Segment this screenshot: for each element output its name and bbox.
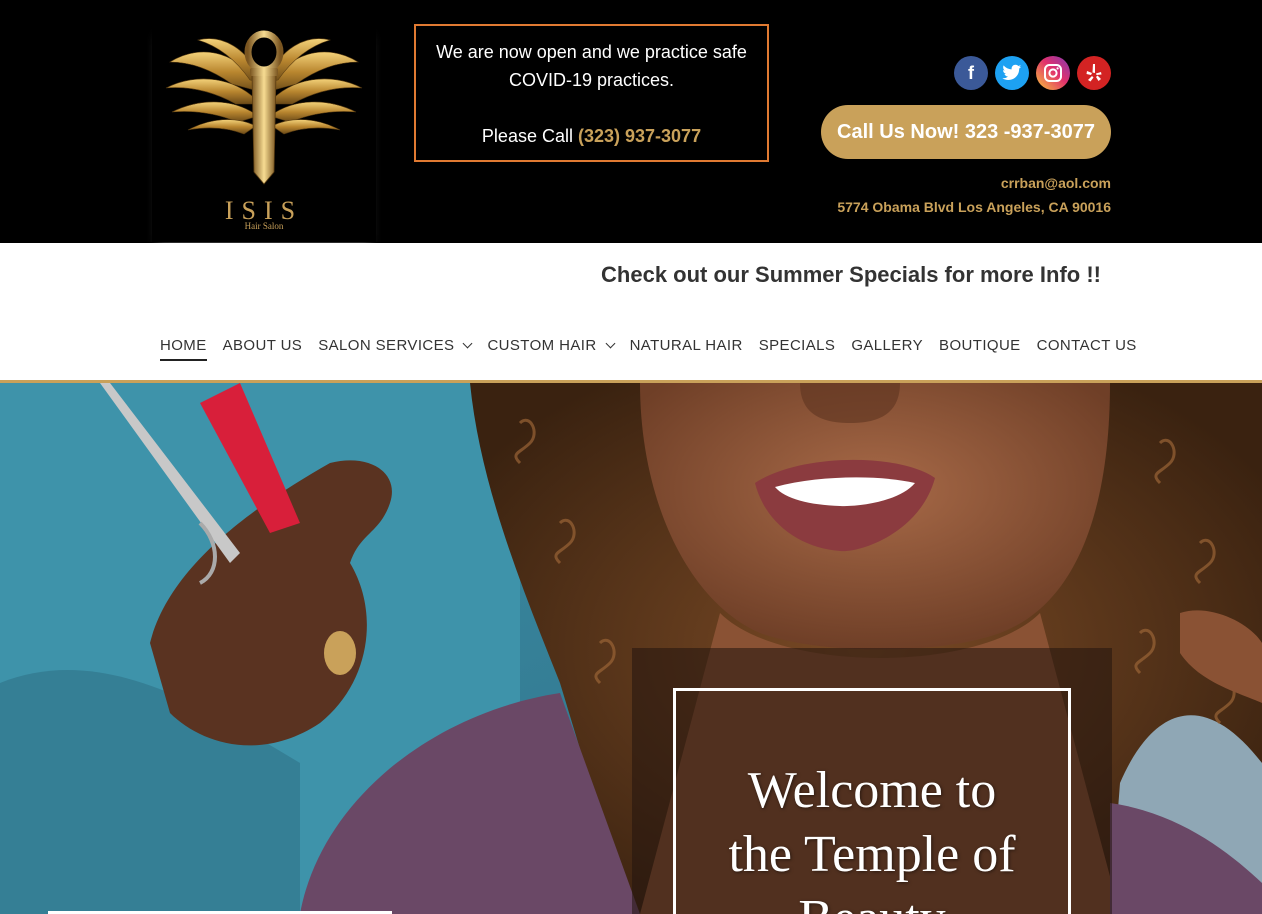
covid-notice-spacer (416, 94, 767, 122)
covid-call-prefix: Please Call (481, 126, 573, 146)
site-header: ISIS Hair Salon We are now open and we p… (0, 0, 1262, 243)
summer-specials-banner[interactable]: Check out our Summer Specials for more I… (601, 262, 1101, 288)
nav-label-salon-services: SALON SERVICES (318, 336, 455, 354)
yelp-icon[interactable] (1077, 56, 1111, 90)
twitter-icon[interactable] (995, 56, 1029, 90)
twitter-bird-icon (1002, 64, 1022, 80)
winged-ankh-logo-icon (165, 30, 363, 185)
instagram-camera-icon (1044, 64, 1062, 82)
nav-item-salon-services[interactable]: SALON SERVICES (318, 332, 473, 358)
nav-item-contact-us[interactable]: CONTACT US (1037, 332, 1137, 358)
covid-notice-line2: COVID-19 practices. (508, 70, 675, 90)
isis-logo[interactable]: ISIS Hair Salon (152, 22, 376, 242)
nav-label-natural-hair: NATURAL HAIR (629, 336, 743, 354)
nav-item-home[interactable]: HOME (160, 332, 207, 361)
nav-label-custom-hair: CUSTOM HAIR (487, 336, 597, 354)
covid-notice-line1: We are now open and we practice safe (436, 42, 747, 62)
covid-notice-call: Please Call (323) 937-3077 (416, 122, 767, 150)
facebook-icon[interactable]: f (954, 56, 988, 90)
chevron-down-icon (462, 338, 473, 348)
nav-item-custom-hair[interactable]: CUSTOM HAIR (487, 332, 616, 358)
logo-tagline: Hair Salon (244, 221, 284, 231)
covid-phone-link[interactable]: (323) 937-3077 (578, 126, 701, 146)
welcome-line2: the Temple of (728, 826, 1016, 883)
address-text: 5774 Obama Blvd Los Angeles, CA 90016 (837, 199, 1111, 215)
nav-label-gallery: GALLERY (851, 336, 924, 354)
call-us-button[interactable]: Call Us Now! 323 -937-3077 (821, 105, 1111, 159)
welcome-panel: Welcome to the Temple of Beauty (632, 648, 1112, 914)
covid-notice: We are now open and we practice safe COV… (414, 24, 769, 162)
facebook-glyph: f (968, 62, 974, 83)
yelp-burst-icon (1086, 64, 1102, 82)
nav-label-boutique: BOUTIQUE (939, 336, 1021, 354)
email-link[interactable]: crrban@aol.com (1001, 175, 1111, 191)
nav-label-about-us: ABOUT US (222, 336, 303, 354)
nav-item-boutique[interactable]: BOUTIQUE (939, 332, 1021, 358)
nav-label-specials: SPECIALS (758, 336, 836, 354)
promo-nav-area: Check out our Summer Specials for more I… (0, 243, 1262, 380)
social-links: f (954, 56, 1111, 90)
welcome-line3: Beauty (676, 887, 1068, 914)
main-nav: HOME ABOUT US SALON SERVICES CUSTOM HAIR… (160, 332, 1137, 361)
welcome-line1: Welcome to (747, 762, 997, 819)
nav-item-specials[interactable]: SPECIALS (759, 332, 836, 358)
welcome-heading: Welcome to the Temple of Beauty (676, 759, 1068, 914)
chevron-down-icon (605, 338, 616, 348)
nav-label-home: HOME (160, 336, 207, 354)
hero-section: Welcome to the Temple of Beauty (0, 383, 1262, 914)
instagram-icon[interactable] (1036, 56, 1070, 90)
nav-item-gallery[interactable]: GALLERY (851, 332, 923, 358)
nav-label-contact-us: CONTACT US (1036, 336, 1137, 354)
welcome-frame: Welcome to the Temple of Beauty (673, 688, 1071, 914)
nav-item-natural-hair[interactable]: NATURAL HAIR (630, 332, 743, 358)
nav-item-about-us[interactable]: ABOUT US (223, 332, 303, 358)
